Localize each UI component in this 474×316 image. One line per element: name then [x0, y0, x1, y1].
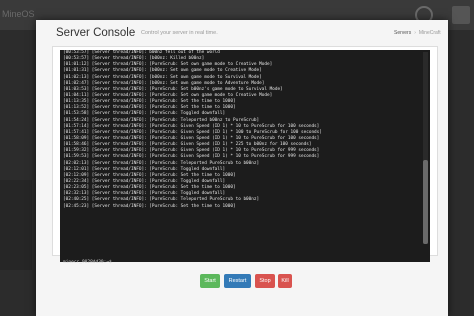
restart-button[interactable]: Restart — [224, 274, 251, 288]
console-terminal: [00:53:57] [Server thread/INFO]: b00nz f… — [60, 50, 430, 265]
kill-button[interactable]: Kill — [278, 274, 292, 288]
page-title: Server Console — [56, 27, 136, 39]
command-input[interactable] — [113, 248, 413, 255]
command-prompt: minecr_9028dd30:~$ — [63, 260, 112, 265]
breadcrumb-current: MineCraft — [418, 30, 441, 36]
stop-button[interactable]: Stop — [255, 274, 275, 288]
console-log: [00:53:57] [Server thread/INFO]: b00nz f… — [63, 50, 419, 246]
start-button[interactable]: Start — [200, 274, 220, 288]
breadcrumb: Servers › MineCraft — [394, 30, 441, 36]
breadcrumb-separator: › — [414, 30, 416, 36]
avatar — [452, 6, 470, 24]
page-subtitle: Control your server in real time. — [141, 30, 218, 36]
scrollbar-thumb[interactable] — [423, 160, 428, 244]
command-row: minecr_9028dd30:~$ — [63, 248, 419, 265]
breadcrumb-servers[interactable]: Servers — [394, 30, 411, 36]
console-line: [02:45:23] [Server thread/INFO]: [PureSc… — [63, 203, 236, 209]
brand-logo: MineOS — [2, 9, 35, 19]
modal-header: Server Console Control your server in re… — [36, 20, 448, 48]
console-modal: Server Console Control your server in re… — [36, 20, 448, 316]
console-scrollbar[interactable] — [423, 52, 428, 244]
background-sidebar — [0, 180, 32, 270]
